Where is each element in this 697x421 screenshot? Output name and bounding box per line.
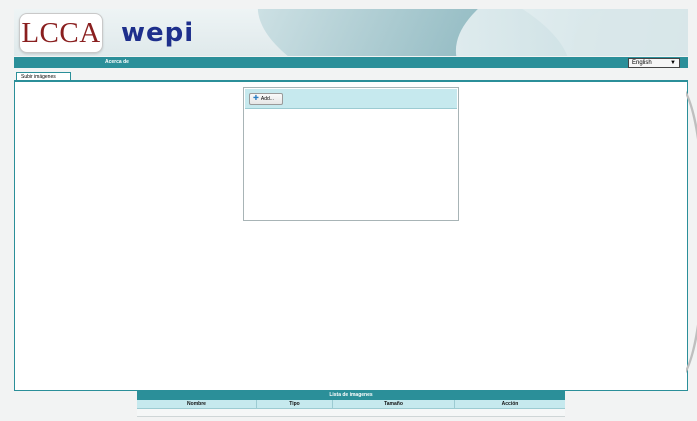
upload-panel: ✚ Add... [243, 87, 459, 221]
nav-bar: Acerca de English ▼ [14, 57, 688, 68]
column-header-name: Nombre [137, 400, 257, 408]
column-header-type: Tipo [257, 400, 333, 408]
wepi-logo[interactable]: wepi [121, 16, 194, 50]
image-list-table: Lista de imagenes Nombre Tipo Tamaño Acc… [137, 391, 565, 417]
chevron-down-icon: ▼ [670, 60, 676, 66]
nav-link-about[interactable]: Acerca de [105, 58, 129, 67]
lcca-logo[interactable]: LCCA [19, 13, 103, 53]
upload-toolbar: ✚ Add... [245, 89, 457, 109]
header-banner: LCCA wepi [14, 9, 688, 56]
add-files-button[interactable]: ✚ Add... [249, 93, 283, 105]
image-list-title: Lista de imagenes [137, 391, 565, 400]
side-decoration [686, 82, 697, 382]
add-button-label: Add... [260, 96, 274, 102]
image-list-header-row: Nombre Tipo Tamaño Acción [137, 400, 565, 409]
banner-swoosh-decoration [574, 9, 688, 56]
language-select[interactable]: English ▼ [628, 58, 680, 68]
image-list-body [137, 409, 565, 417]
language-select-value: English [632, 60, 652, 66]
column-header-action: Acción [501, 401, 519, 407]
plus-icon: ✚ [253, 95, 259, 102]
column-header-size: Tamaño [333, 400, 455, 408]
